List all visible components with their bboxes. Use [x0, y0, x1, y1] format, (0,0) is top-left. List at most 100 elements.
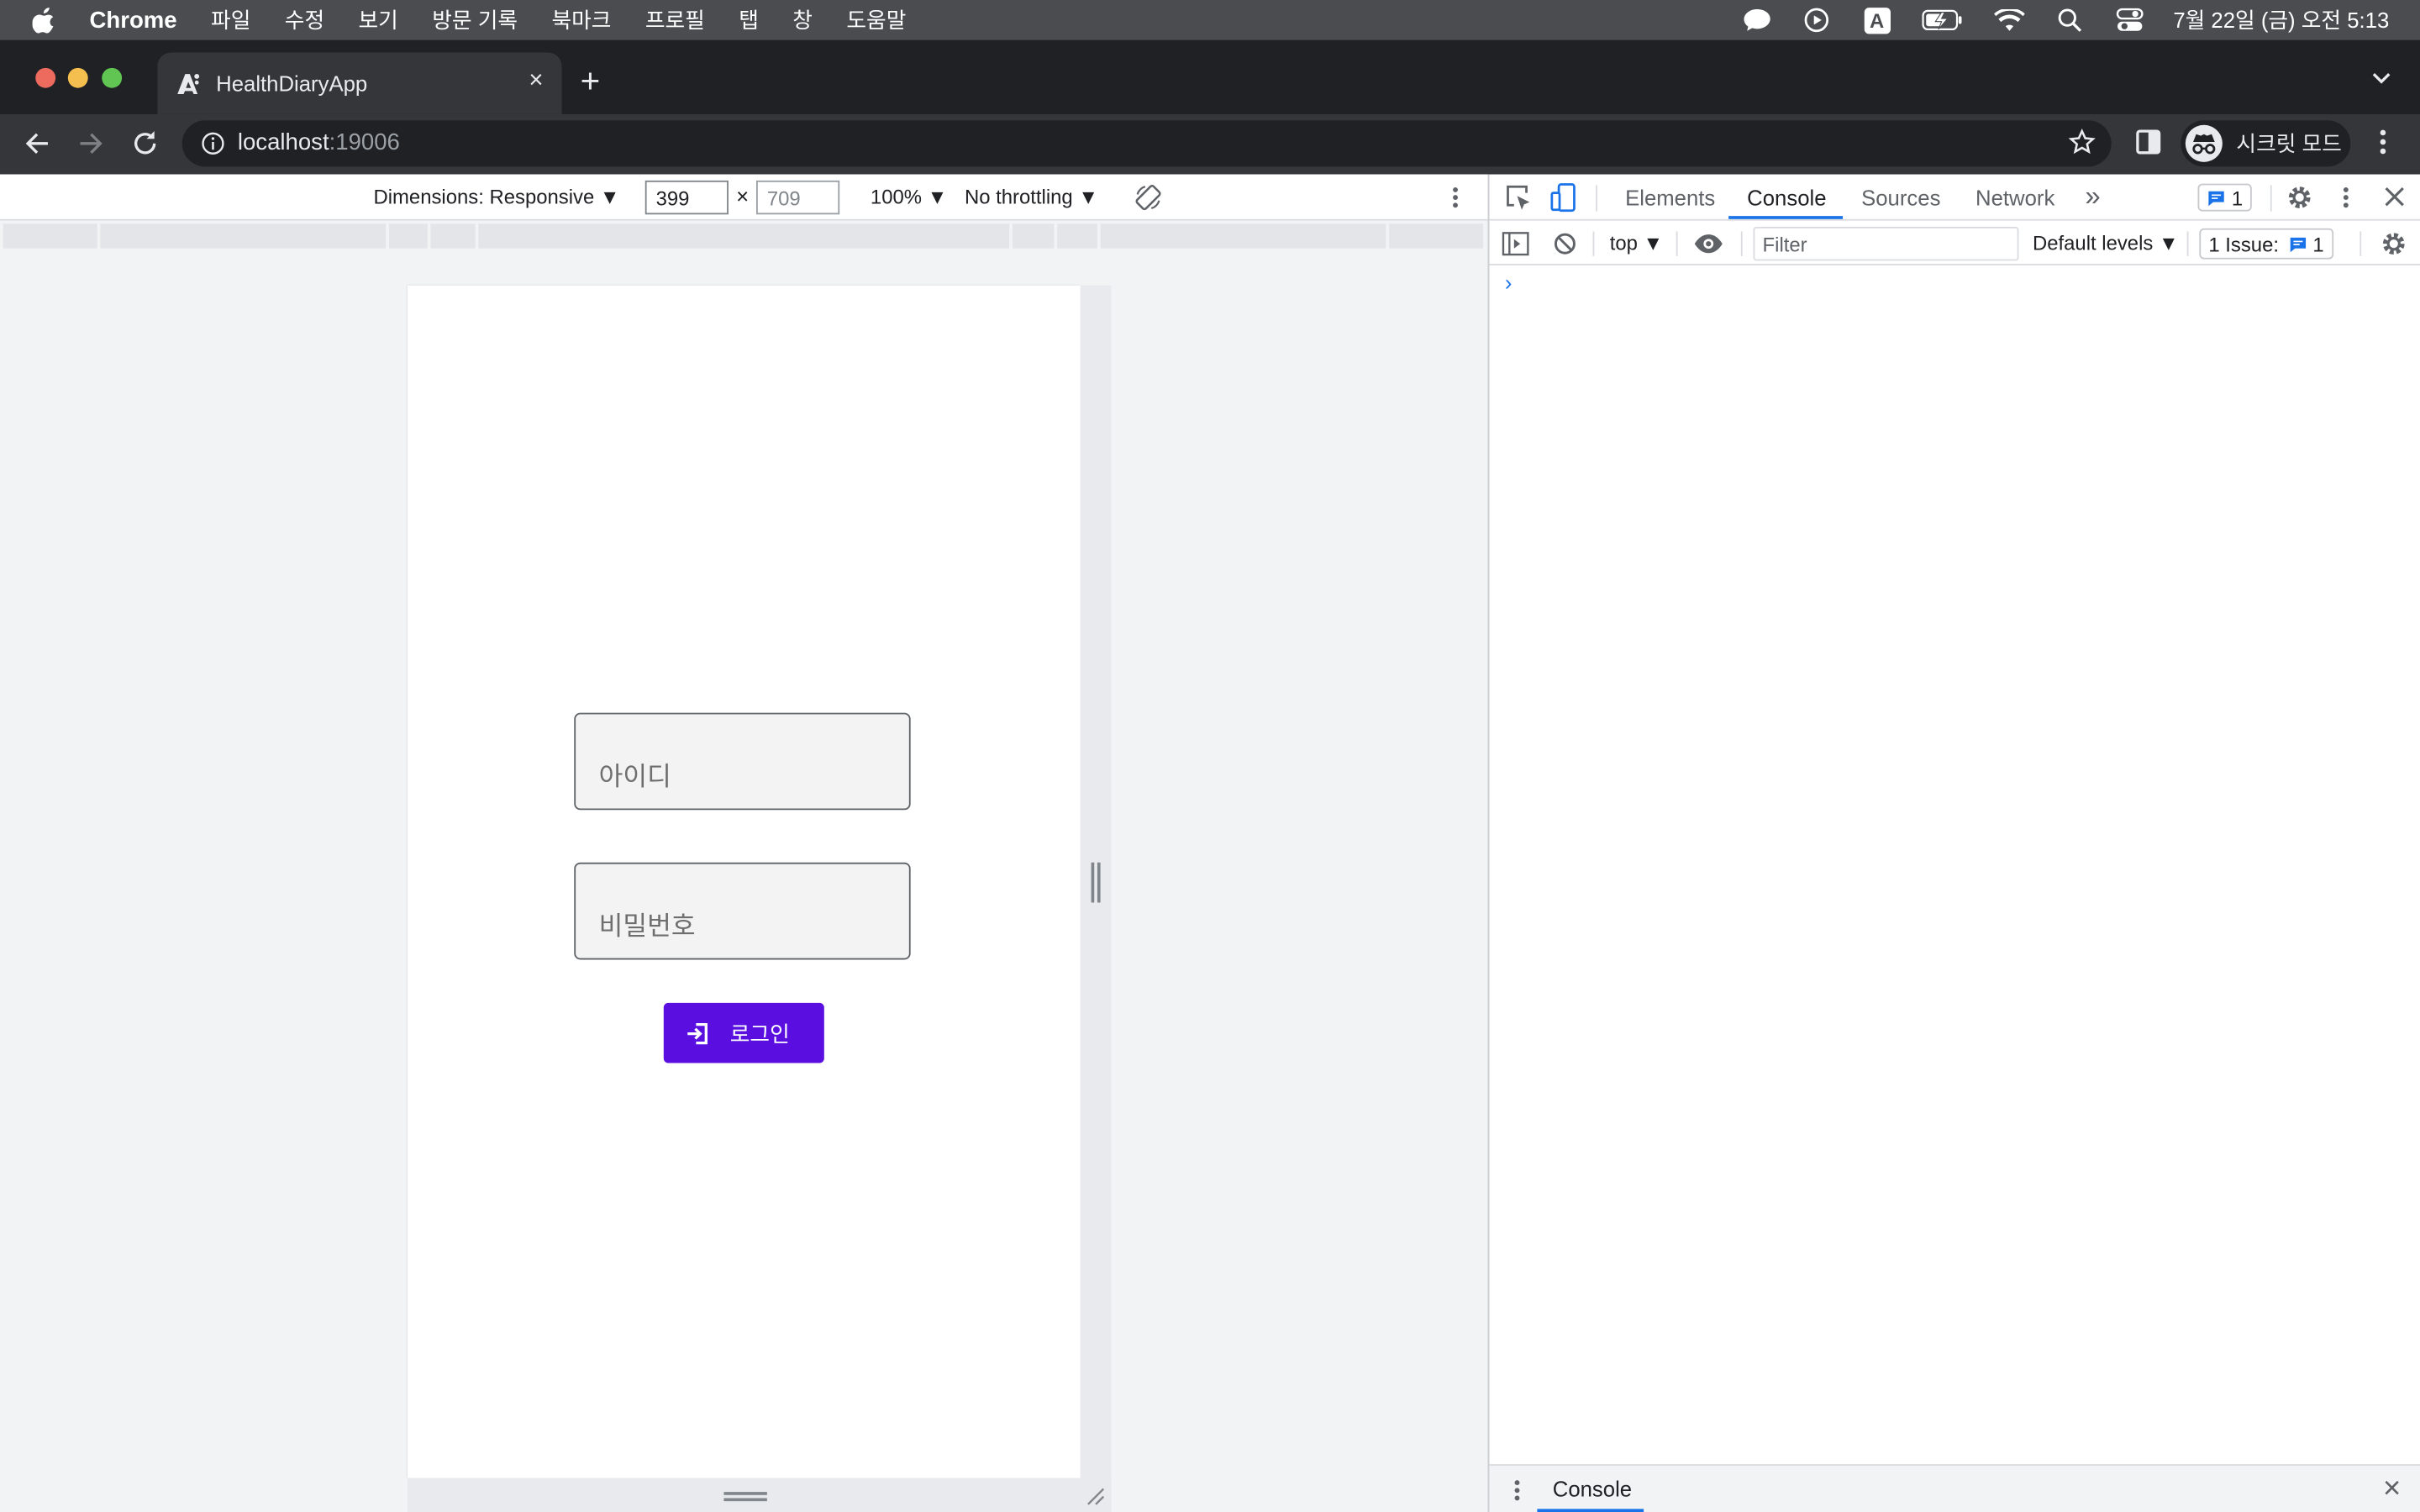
input-source-icon[interactable]: A — [1861, 6, 1892, 34]
ruler-segment[interactable] — [1012, 223, 1055, 249]
device-height-input[interactable] — [756, 180, 840, 215]
messages-badge[interactable]: 1 — [2197, 183, 2253, 212]
devtools-drawer: Console × — [1489, 1464, 2420, 1512]
console-sidebar-icon[interactable] — [1502, 232, 1529, 256]
expo-favicon-icon — [177, 73, 200, 95]
wifi-icon[interactable] — [1994, 6, 2025, 34]
media-query-ruler — [0, 222, 1488, 250]
console-filter-input[interactable] — [1753, 227, 2019, 261]
drawer-menu-icon[interactable] — [1511, 1478, 1523, 1503]
menu-file[interactable]: 파일 — [211, 5, 250, 36]
devtools-tab-bar: Elements Console Sources Network » 1 — [1489, 175, 2420, 221]
mac-menubar: Chrome 파일 수정 보기 방문 기록 북마크 프로필 탭 창 도움말 A — [0, 0, 2420, 40]
menu-help[interactable]: 도움말 — [846, 5, 906, 36]
devtools-panel: Elements Console Sources Network » 1 top… — [1487, 174, 2420, 1512]
ruler-segment[interactable] — [388, 223, 428, 249]
login-icon — [687, 1022, 708, 1044]
new-tab-button[interactable]: + — [581, 64, 601, 98]
spotlight-search-icon[interactable] — [2054, 6, 2086, 34]
issues-label: 1 Issue: — [2208, 232, 2279, 255]
bookmark-star-icon[interactable] — [2068, 128, 2096, 155]
chrome-menu-icon[interactable] — [2372, 127, 2394, 158]
ruler-segment[interactable] — [1057, 223, 1097, 249]
control-center-icon[interactable] — [2115, 6, 2146, 34]
menu-window[interactable]: 창 — [792, 5, 813, 36]
ruler-segment[interactable] — [430, 223, 476, 249]
apple-icon[interactable] — [32, 6, 57, 34]
menu-tab[interactable]: 탭 — [739, 5, 759, 36]
password-input[interactable] — [574, 862, 911, 960]
device-toolbar: Dimensions: Responsive ▼ × 100% ▼ No thr… — [0, 174, 1488, 221]
device-toolbar-more-icon[interactable] — [1448, 185, 1463, 209]
menu-bookmarks[interactable]: 북마크 — [551, 5, 611, 36]
menu-view[interactable]: 보기 — [359, 5, 398, 36]
tab-sources[interactable]: Sources — [1861, 185, 1940, 209]
devtools-more-icon[interactable] — [2339, 185, 2352, 209]
play-circle-icon[interactable] — [1802, 6, 1833, 34]
window-zoom-button[interactable] — [102, 67, 123, 88]
back-arrow-icon[interactable] — [22, 128, 53, 159]
inspect-element-icon[interactable] — [1505, 184, 1533, 212]
window-minimize-button[interactable] — [67, 67, 88, 88]
more-tabs-button[interactable]: » — [2085, 181, 2100, 213]
tab-console[interactable]: Console — [1747, 185, 1826, 209]
clear-console-icon[interactable] — [1553, 232, 1577, 256]
menu-history[interactable]: 방문 기록 — [432, 5, 518, 36]
drawer-tab-console[interactable]: Console — [1553, 1477, 1632, 1501]
site-info-icon[interactable] — [201, 131, 225, 155]
menu-app-name[interactable]: Chrome — [90, 7, 177, 33]
messages-count: 1 — [2231, 186, 2244, 209]
menu-profiles[interactable]: 프로필 — [645, 5, 705, 36]
issue-message-icon — [2289, 236, 2306, 252]
page-viewport: Dimensions: Responsive ▼ × 100% ▼ No thr… — [0, 174, 1488, 1512]
forward-arrow-icon[interactable] — [76, 128, 107, 159]
battery-icon[interactable] — [1922, 6, 1965, 34]
input-source-letter: A — [1864, 7, 1891, 34]
issues-badge[interactable]: 1 Issue: 1 — [2199, 228, 2333, 260]
profile-label: 시크릿 모드 — [2236, 131, 2342, 156]
side-panel-icon[interactable] — [2134, 128, 2162, 155]
drawer-active-indicator — [1537, 1509, 1644, 1512]
drawer-close-icon[interactable]: × — [2383, 1472, 2401, 1507]
reload-icon[interactable] — [129, 128, 160, 159]
tab-network[interactable]: Network — [1975, 185, 2054, 209]
zoom-dropdown[interactable]: 100% ▼ — [871, 185, 947, 208]
dimension-times: × — [736, 183, 750, 208]
device-width-input[interactable] — [644, 180, 729, 215]
ruler-segment[interactable] — [3, 223, 97, 249]
window-close-button[interactable] — [35, 67, 56, 88]
menu-edit[interactable]: 수정 — [285, 5, 324, 36]
console-prompt[interactable]: › — [1505, 270, 1512, 294]
id-input[interactable] — [574, 712, 911, 811]
corner-resize-icon[interactable] — [1086, 1488, 1105, 1506]
devtools-close-icon[interactable] — [2385, 186, 2405, 207]
address-bar[interactable]: localhost:19006 — [182, 120, 2112, 167]
rotate-device-icon[interactable] — [1134, 184, 1162, 212]
device-toolbar-toggle-icon[interactable] — [1549, 182, 1577, 213]
device-resize-handle-bottom[interactable] — [407, 1478, 1112, 1512]
ruler-segment[interactable] — [1389, 223, 1484, 249]
dimensions-dropdown[interactable]: Dimensions: Responsive ▼ — [373, 185, 619, 208]
ruler-segment[interactable] — [478, 223, 1010, 249]
ruler-segment[interactable] — [100, 223, 387, 249]
messages-icon[interactable] — [1741, 6, 1772, 34]
tab-title: HealthDiaryApp — [216, 71, 368, 96]
tab-elements[interactable]: Elements — [1625, 185, 1715, 209]
incognito-profile-button[interactable]: 시크릿 모드 — [2181, 120, 2351, 167]
console-settings-gear-icon[interactable] — [2380, 230, 2407, 258]
menubar-clock[interactable]: 7월 22일 (금) 오전 5:13 — [2173, 5, 2389, 36]
tab-close-icon[interactable]: × — [529, 68, 543, 96]
devtools-settings-gear-icon[interactable] — [2286, 184, 2313, 212]
ruler-segment[interactable] — [1100, 223, 1386, 249]
log-levels-dropdown[interactable]: Default levels ▼ — [2033, 232, 2179, 255]
active-tab-indicator — [1728, 216, 1844, 219]
live-expression-eye-icon[interactable] — [1693, 233, 1724, 255]
device-resize-handle-right[interactable] — [1080, 285, 1112, 1512]
throttling-dropdown[interactable]: No throttling ▼ — [965, 185, 1098, 208]
url-host: localhost — [237, 129, 329, 156]
address-url: localhost:19006 — [238, 129, 400, 155]
browser-tab-active[interactable]: HealthDiaryApp × — [157, 52, 562, 114]
execution-context-dropdown[interactable]: top ▼ — [1610, 232, 1663, 255]
login-button[interactable]: 로그인 — [663, 1002, 824, 1063]
tab-search-chevron-icon[interactable] — [2370, 71, 2392, 86]
